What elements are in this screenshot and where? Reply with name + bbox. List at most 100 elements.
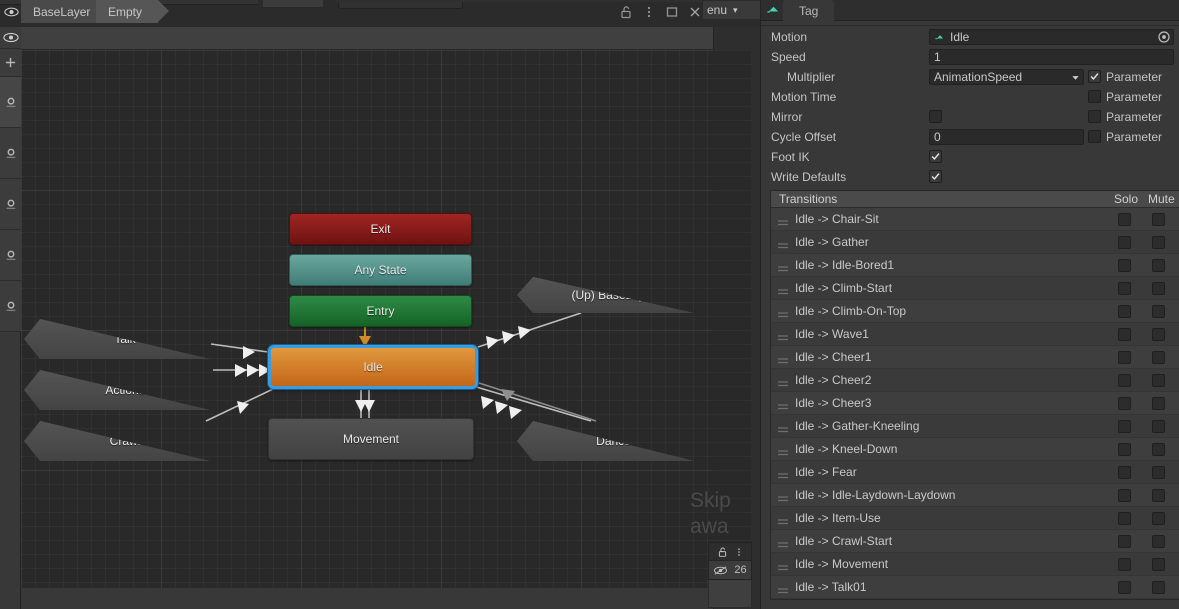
transition-row[interactable]: Idle -> Item-Use (771, 507, 1179, 530)
drag-handle-icon[interactable] (778, 354, 788, 364)
transition-row[interactable]: Idle -> Wave1 (771, 323, 1179, 346)
graph-node-up-baselayer[interactable]: (Up) BaseLayer (517, 277, 710, 313)
transition-row[interactable]: Idle -> Gather (771, 231, 1179, 254)
drag-handle-icon[interactable] (778, 331, 788, 341)
transition-row[interactable]: Idle -> Cheer3 (771, 392, 1179, 415)
breadcrumb-eye-icon[interactable] (2, 3, 20, 20)
solo-checkbox[interactable] (1118, 420, 1131, 433)
solo-checkbox[interactable] (1118, 374, 1131, 387)
drag-handle-icon[interactable] (778, 561, 788, 571)
transition-row[interactable]: Idle -> Fear (771, 461, 1179, 484)
lock-icon[interactable] (717, 546, 728, 558)
mute-checkbox[interactable] (1152, 443, 1165, 456)
transition-row[interactable]: Idle -> Movement (771, 553, 1179, 576)
multiplier-dropdown[interactable]: AnimationSpeed (929, 69, 1084, 85)
mute-checkbox[interactable] (1152, 282, 1165, 295)
graph-node-dance[interactable]: Dance (517, 421, 710, 461)
solo-checkbox[interactable] (1118, 236, 1131, 249)
drag-handle-icon[interactable] (778, 377, 788, 387)
motion-time-parameter-checkbox[interactable] (1088, 90, 1101, 103)
mute-checkbox[interactable] (1152, 259, 1165, 272)
solo-checkbox[interactable] (1118, 466, 1131, 479)
solo-checkbox[interactable] (1118, 328, 1131, 341)
layer-rail-row[interactable] (0, 281, 21, 332)
kebab-menu-icon[interactable] (642, 5, 656, 19)
drag-handle-icon[interactable] (778, 584, 788, 594)
mirror-checkbox[interactable] (929, 110, 942, 123)
kebab-menu-icon[interactable] (734, 546, 744, 558)
mute-checkbox[interactable] (1152, 397, 1165, 410)
transition-row[interactable]: Idle -> Kneel-Down (771, 438, 1179, 461)
layout-menu-dropdown[interactable]: enu ▾ (702, 0, 764, 20)
lock-icon[interactable] (619, 5, 633, 19)
graph-node-any-state[interactable]: Any State (289, 254, 472, 286)
solo-checkbox[interactable] (1118, 397, 1131, 410)
tab-tag[interactable]: Tag (783, 0, 835, 21)
drag-handle-icon[interactable] (778, 285, 788, 295)
graph-node-entry[interactable]: Entry (289, 295, 472, 327)
solo-checkbox[interactable] (1118, 213, 1131, 226)
mute-checkbox[interactable] (1152, 535, 1165, 548)
layer-rail-row[interactable] (0, 49, 21, 77)
graph-node-movement[interactable]: Movement (268, 418, 474, 460)
drag-handle-icon[interactable] (778, 515, 788, 525)
transition-row[interactable]: Idle -> Cheer1 (771, 346, 1179, 369)
graph-node-crawl[interactable]: Crawl (24, 421, 226, 461)
graph-node-exit[interactable]: Exit (289, 213, 472, 245)
mirror-parameter-checkbox[interactable] (1088, 110, 1101, 123)
transition-row[interactable]: Idle -> Crawl-Start (771, 530, 1179, 553)
drag-handle-icon[interactable] (778, 400, 788, 410)
solo-checkbox[interactable] (1118, 282, 1131, 295)
breadcrumb-item-empty[interactable]: Empty (96, 0, 170, 23)
cycle-offset-parameter-checkbox[interactable] (1088, 130, 1101, 143)
mute-checkbox[interactable] (1152, 581, 1165, 594)
drag-handle-icon[interactable] (778, 262, 788, 272)
close-icon[interactable] (688, 5, 702, 19)
solo-checkbox[interactable] (1118, 259, 1131, 272)
object-picker-icon[interactable] (1158, 31, 1170, 43)
foot-ik-checkbox[interactable] (929, 150, 942, 163)
transition-row[interactable]: Idle -> Chair-Sit (771, 208, 1179, 231)
solo-checkbox[interactable] (1118, 351, 1131, 364)
drag-handle-icon[interactable] (778, 239, 788, 249)
solo-checkbox[interactable] (1118, 443, 1131, 456)
mute-checkbox[interactable] (1152, 466, 1165, 479)
breadcrumb-item-baselayer[interactable]: BaseLayer (21, 0, 118, 23)
solo-checkbox[interactable] (1118, 489, 1131, 502)
cycle-offset-input[interactable]: 0 (929, 129, 1084, 145)
drag-handle-icon[interactable] (778, 423, 788, 433)
mute-checkbox[interactable] (1152, 558, 1165, 571)
transition-row[interactable]: Idle -> Gather-Kneeling (771, 415, 1179, 438)
mute-checkbox[interactable] (1152, 328, 1165, 341)
transition-row[interactable]: Idle -> Talk01 (771, 576, 1179, 599)
maximize-icon[interactable] (665, 5, 679, 19)
solo-checkbox[interactable] (1118, 581, 1131, 594)
layer-rail-row[interactable] (0, 230, 21, 281)
layer-visibility-eye-icon[interactable] (0, 27, 21, 49)
speed-input[interactable]: 1 (929, 49, 1174, 65)
hidden-objects-row[interactable]: 26 (709, 561, 751, 579)
solo-checkbox[interactable] (1118, 558, 1131, 571)
mute-checkbox[interactable] (1152, 374, 1165, 387)
layer-rail-row[interactable] (0, 77, 21, 128)
graph-node-talk[interactable]: Talk (24, 319, 226, 359)
layer-rail-row[interactable] (0, 179, 21, 230)
drag-handle-icon[interactable] (778, 538, 788, 548)
transition-row[interactable]: Idle -> Cheer2 (771, 369, 1179, 392)
solo-checkbox[interactable] (1118, 305, 1131, 318)
transition-row[interactable]: Idle -> Idle-Bored1 (771, 254, 1179, 277)
drag-handle-icon[interactable] (778, 446, 788, 456)
transition-row[interactable]: Idle -> Climb-Start (771, 277, 1179, 300)
mute-checkbox[interactable] (1152, 489, 1165, 502)
drag-handle-icon[interactable] (778, 308, 788, 318)
motion-object-field[interactable]: Idle (929, 29, 1174, 45)
drag-handle-icon[interactable] (778, 492, 788, 502)
solo-checkbox[interactable] (1118, 535, 1131, 548)
write-defaults-checkbox[interactable] (929, 170, 942, 183)
drag-handle-icon[interactable] (778, 216, 788, 226)
solo-checkbox[interactable] (1118, 512, 1131, 525)
mute-checkbox[interactable] (1152, 305, 1165, 318)
multiplier-parameter-checkbox[interactable] (1088, 70, 1101, 83)
transition-row[interactable]: Idle -> Climb-On-Top (771, 300, 1179, 323)
mute-checkbox[interactable] (1152, 213, 1165, 226)
